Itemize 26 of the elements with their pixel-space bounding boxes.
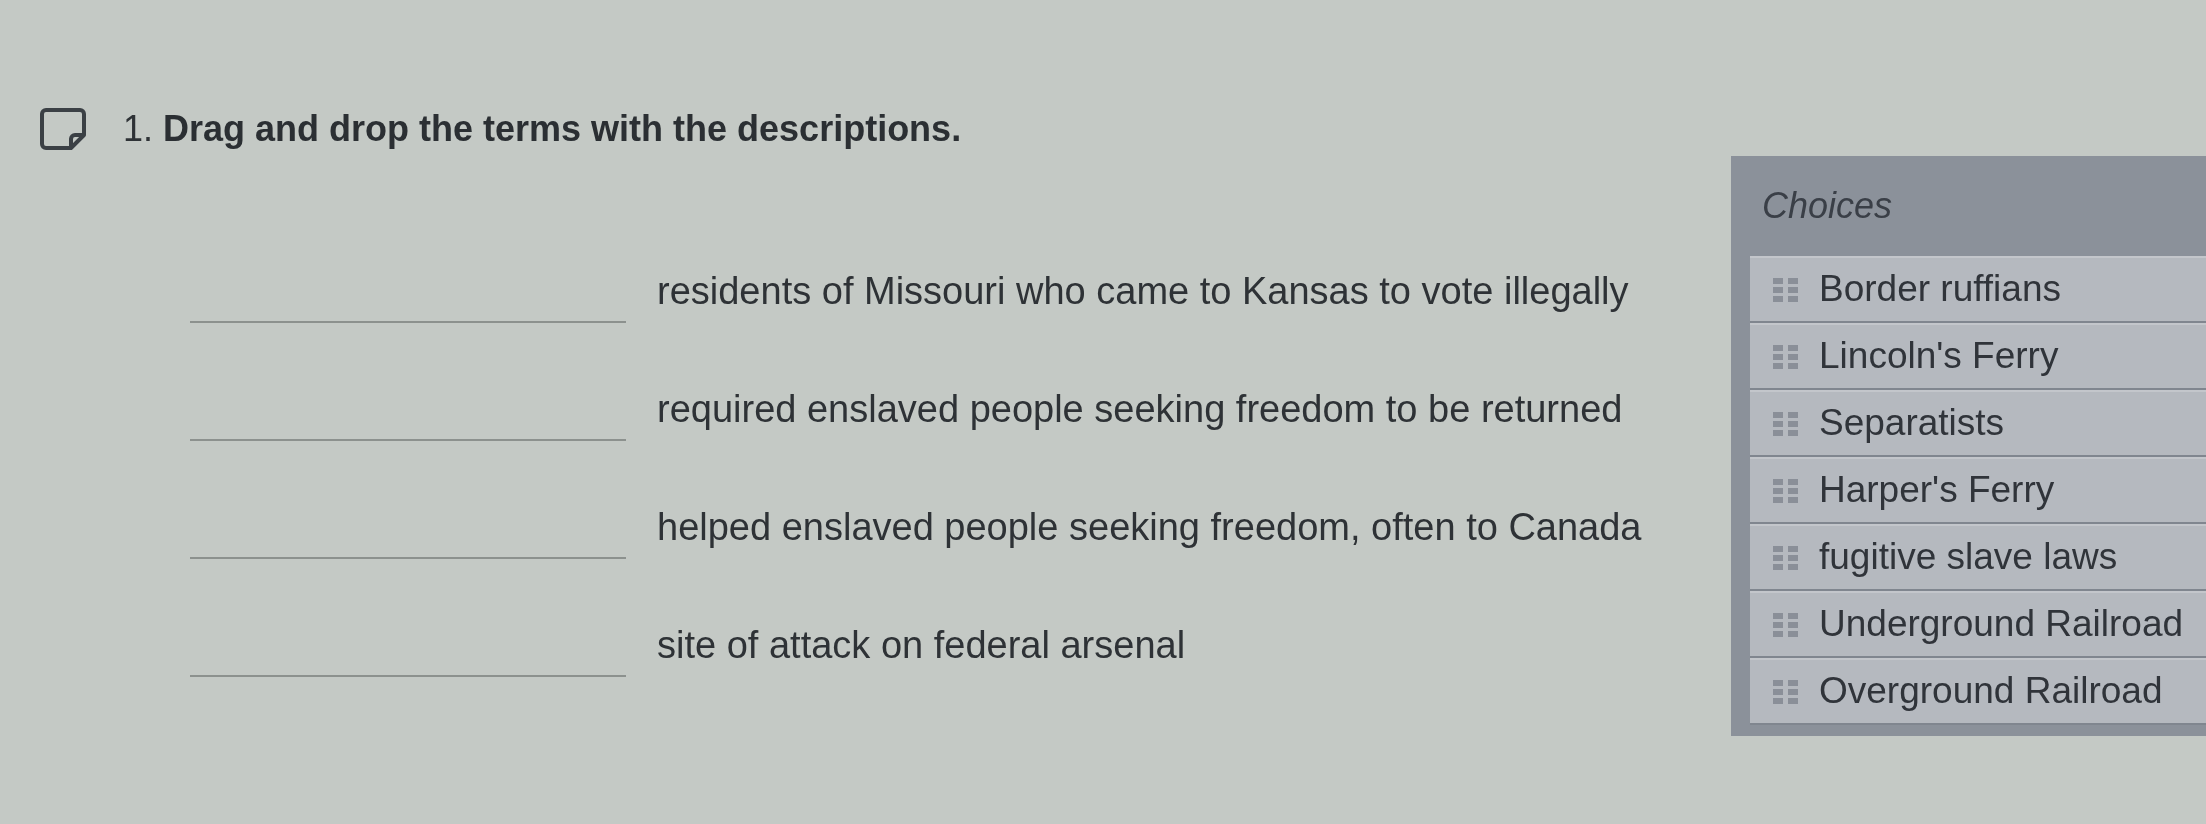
question-prompt: Drag and drop the terms with the descriptions. [163, 106, 962, 151]
drop-blank-line[interactable] [190, 675, 626, 677]
choice-item[interactable]: Overground Railroad [1750, 658, 2206, 725]
choices-heading: Choices [1761, 184, 1894, 228]
choice-item[interactable]: fugitive slave laws [1750, 524, 2206, 591]
drag-handle-icon[interactable] [1773, 277, 1798, 302]
drop-blank-line[interactable] [190, 439, 626, 441]
description-text: required enslaved people seeking freedom to be returned [657, 387, 1623, 433]
question-number: 1. [123, 106, 154, 151]
drag-handle-icon[interactable] [1773, 478, 1798, 503]
drop-blank-line[interactable] [190, 321, 626, 323]
choice-item[interactable]: Border ruffians [1750, 256, 2206, 323]
drag-handle-icon[interactable] [1773, 545, 1798, 570]
choice-item[interactable]: Lincoln's Ferry [1750, 323, 2206, 390]
choice-item[interactable]: Separatists [1750, 390, 2206, 457]
description-text: residents of Missouri who came to Kansas to vote illegally [657, 269, 1629, 315]
drag-handle-icon[interactable] [1773, 344, 1798, 369]
drag-handle-icon[interactable] [1773, 612, 1798, 637]
note-icon [39, 106, 87, 151]
drop-blank-line[interactable] [190, 557, 626, 559]
choice-item[interactable]: Underground Railroad [1750, 591, 2206, 658]
drag-handle-icon[interactable] [1773, 411, 1798, 436]
description-text: site of attack on federal arsenal [657, 623, 1186, 669]
choice-item[interactable]: Harper's Ferry [1750, 457, 2206, 524]
description-text: helped enslaved people seeking freedom, often to Canada [657, 505, 1642, 551]
drag-handle-icon[interactable] [1773, 679, 1798, 704]
